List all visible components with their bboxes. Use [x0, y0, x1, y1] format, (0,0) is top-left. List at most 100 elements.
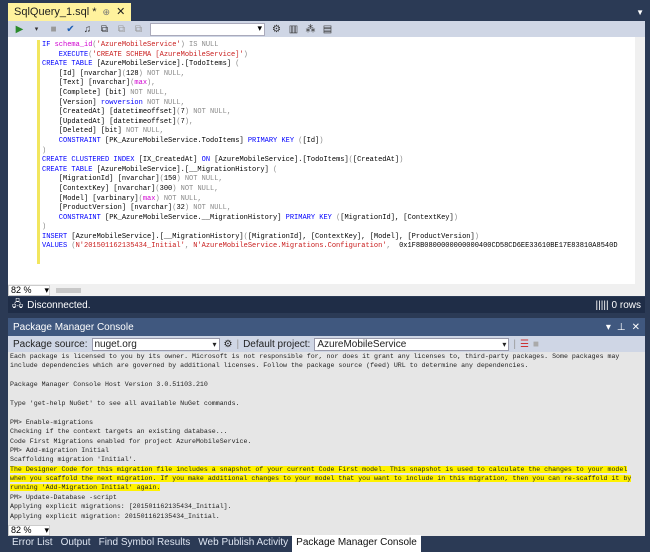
code-token: PRIMARY KEY [247, 136, 299, 145]
console-line-text: Code First Migrations enabled for projec… [10, 437, 252, 445]
code-line: [CreatedAt] [datetimeoffset](7) NOT NULL… [42, 108, 618, 118]
bottom-tab[interactable]: Error List [8, 535, 57, 552]
pmc-toolbar: Package source: nuget.org ⚙ | Default pr… [8, 336, 645, 352]
dropdown-icon[interactable]: ▾ [31, 24, 42, 35]
default-project-select[interactable]: AzureMobileService [314, 337, 510, 351]
code-token: IF [42, 41, 55, 49]
code-token: ) NOT NULL, [184, 204, 232, 213]
parse-icon[interactable]: ✔ [65, 24, 76, 35]
code-token: ), [147, 79, 156, 88]
settings-gear-icon[interactable]: ⚙ [224, 339, 233, 350]
sql-editor[interactable]: IF schema_id ('AzureMobileService') IS NU… [8, 37, 645, 284]
console-line-text: Applying explicit migrations: [201501162… [10, 503, 232, 511]
code-token: VALUES [42, 242, 72, 251]
code-token: CONSTRAINT [42, 136, 106, 145]
vertical-scrollbar[interactable] [635, 37, 645, 284]
code-token: [AzureMobileService].[__MigrationHistory… [71, 232, 244, 241]
stop-command-icon[interactable]: ■ [533, 339, 539, 350]
code-line: CREATE TABLE [AzureMobileService].[TodoI… [42, 60, 618, 70]
pmc-header: Package Manager Console ▾ ⊥ ✕ [8, 318, 645, 336]
code-token: EXECUTE [42, 50, 89, 59]
console-line: Code First Migrations enabled for projec… [10, 437, 645, 446]
code-line: [Model] [varbinary](max) NOT NULL, [42, 195, 618, 205]
bottom-tool-tabs: Error List Output Find Symbol Results Web P… [8, 535, 421, 552]
code-line: ) [42, 223, 618, 233]
query-options-icon[interactable]: ⚙ [271, 24, 282, 35]
pin-icon[interactable]: ⊕ [103, 3, 111, 21]
code-line: [MigrationId] [nvarchar](150) NOT NULL, [42, 175, 618, 185]
execute-icon[interactable]: ▶ [14, 24, 25, 35]
database-select[interactable] [150, 22, 265, 36]
console-line: PM> Enable-migrations [10, 418, 645, 427]
console-line: when you scaffold the next migration. If… [10, 474, 645, 483]
code-line: CONSTRAINT [PK_AzureMobileService.__Migr… [42, 214, 618, 224]
results-to-icon[interactable]: ▥ [288, 24, 299, 35]
code-token: , [184, 242, 194, 251]
code-line: INSERT [AzureMobileService].[__Migration… [42, 233, 618, 243]
code-token: CREATE CLUSTERED INDEX [42, 156, 139, 165]
console-line-text: Type 'get-help NuGet' to see all availab… [10, 399, 240, 407]
code-token: 'AzureMobileService' [96, 41, 181, 49]
code-token: max [134, 79, 148, 88]
plan-icon[interactable]: ⁂ [305, 24, 316, 35]
horizontal-scrollbar[interactable] [56, 287, 81, 293]
code-line: CREATE CLUSTERED INDEX [IX_CreatedAt] ON… [42, 156, 618, 166]
code-line: VALUES (N'201501162135434_Initial', N'Az… [42, 242, 618, 252]
code-token: [AzureMobileService].[TodoItems] [214, 156, 349, 165]
package-source-select[interactable]: nuget.org [91, 337, 220, 351]
bottom-tab[interactable]: Package Manager Console [292, 535, 421, 552]
editor-zoom-select[interactable]: 82 % ▾ [8, 284, 50, 296]
console-line-text: when you scaffold the next migration. If… [10, 475, 632, 483]
code-token: INSERT [42, 232, 72, 241]
console-line-text: PM> Enable-migrations [10, 418, 94, 426]
disconnect-icon[interactable]: ⧉ [116, 24, 127, 35]
code-token: ( [235, 60, 240, 69]
disconnected-icon: 🖧 [12, 298, 24, 310]
close-icon[interactable]: ✕ [116, 3, 125, 21]
sql-toolbar: ▶ ▾ ■ ✔ ♫ ⧉ ⧉ ⧉ ⚙ ▥ ⁂ ▤ [8, 21, 645, 37]
code-token: ) [42, 146, 47, 155]
console-line-text: Each package is licensed to you by its o… [10, 353, 620, 360]
row-count: 0 rows [611, 299, 641, 311]
console-line-text: Checking if the context targets an exist… [10, 428, 228, 436]
console-zoom-select[interactable]: 82 % ▾ [8, 524, 50, 536]
document-tab[interactable]: SqlQuery_1.sql * ⊕ ✕ [8, 3, 132, 21]
tab-dropdown-icon[interactable]: ▼ [636, 8, 644, 17]
code-token: [Model] [varbinary] [42, 194, 139, 203]
results-icon[interactable]: ♫ [82, 24, 93, 35]
package-source-label: Package source: [13, 338, 88, 350]
window-menu-icon[interactable]: ▾ [606, 322, 611, 333]
code-token: [ContextKey] [nvarchar] [42, 184, 156, 193]
code-token: ( [273, 165, 278, 174]
code-token: [Text] [nvarchar] [42, 79, 131, 88]
code-token: [ProductVersion] [nvarchar] [42, 204, 173, 213]
code-token: [IX_CreatedAt] [138, 156, 202, 165]
code-token: [MigrationId], [ContextKey] [340, 213, 454, 222]
close-panel-icon[interactable]: ✕ [632, 322, 640, 333]
console-zoom-value: 82 % [11, 524, 32, 535]
console-line: PM> Update-Database -script [10, 493, 645, 502]
console-line-text: The Designer Code for this migration fil… [10, 465, 628, 473]
bottom-tab[interactable]: Web Publish Activity [194, 535, 292, 552]
bottom-tab[interactable]: Find Symbol Results [95, 535, 195, 552]
code-token: ) [42, 223, 47, 232]
code-line: [UpdatedAt] [datetimeoffset](7), [42, 118, 618, 128]
clear-console-icon[interactable]: ☰ [520, 339, 529, 350]
code-token: 150 [163, 175, 177, 184]
comment-icon[interactable]: ▤ [322, 24, 333, 35]
pin-icon[interactable]: ⊥ [617, 322, 626, 333]
code-area[interactable]: IF schema_id ('AzureMobileService') IS NU… [42, 41, 618, 252]
bottom-tab[interactable]: Output [57, 535, 95, 552]
connect-icon[interactable]: ⧉ [99, 24, 110, 35]
editor-zoom-row: 82 % ▾ [8, 284, 645, 296]
code-token: CREATE TABLE [42, 60, 97, 69]
code-token: [PK_AzureMobileService.TodoItems] [105, 136, 248, 145]
code-token: IS NULL [189, 41, 219, 49]
default-project-label: Default project: [243, 338, 311, 350]
code-token: [Complete] [bit] [42, 88, 131, 97]
pmc-console-output[interactable]: Each package is licensed to you by its o… [8, 352, 645, 524]
stop-icon[interactable]: ■ [48, 24, 59, 35]
change-connection-icon[interactable]: ⧉ [133, 24, 144, 35]
